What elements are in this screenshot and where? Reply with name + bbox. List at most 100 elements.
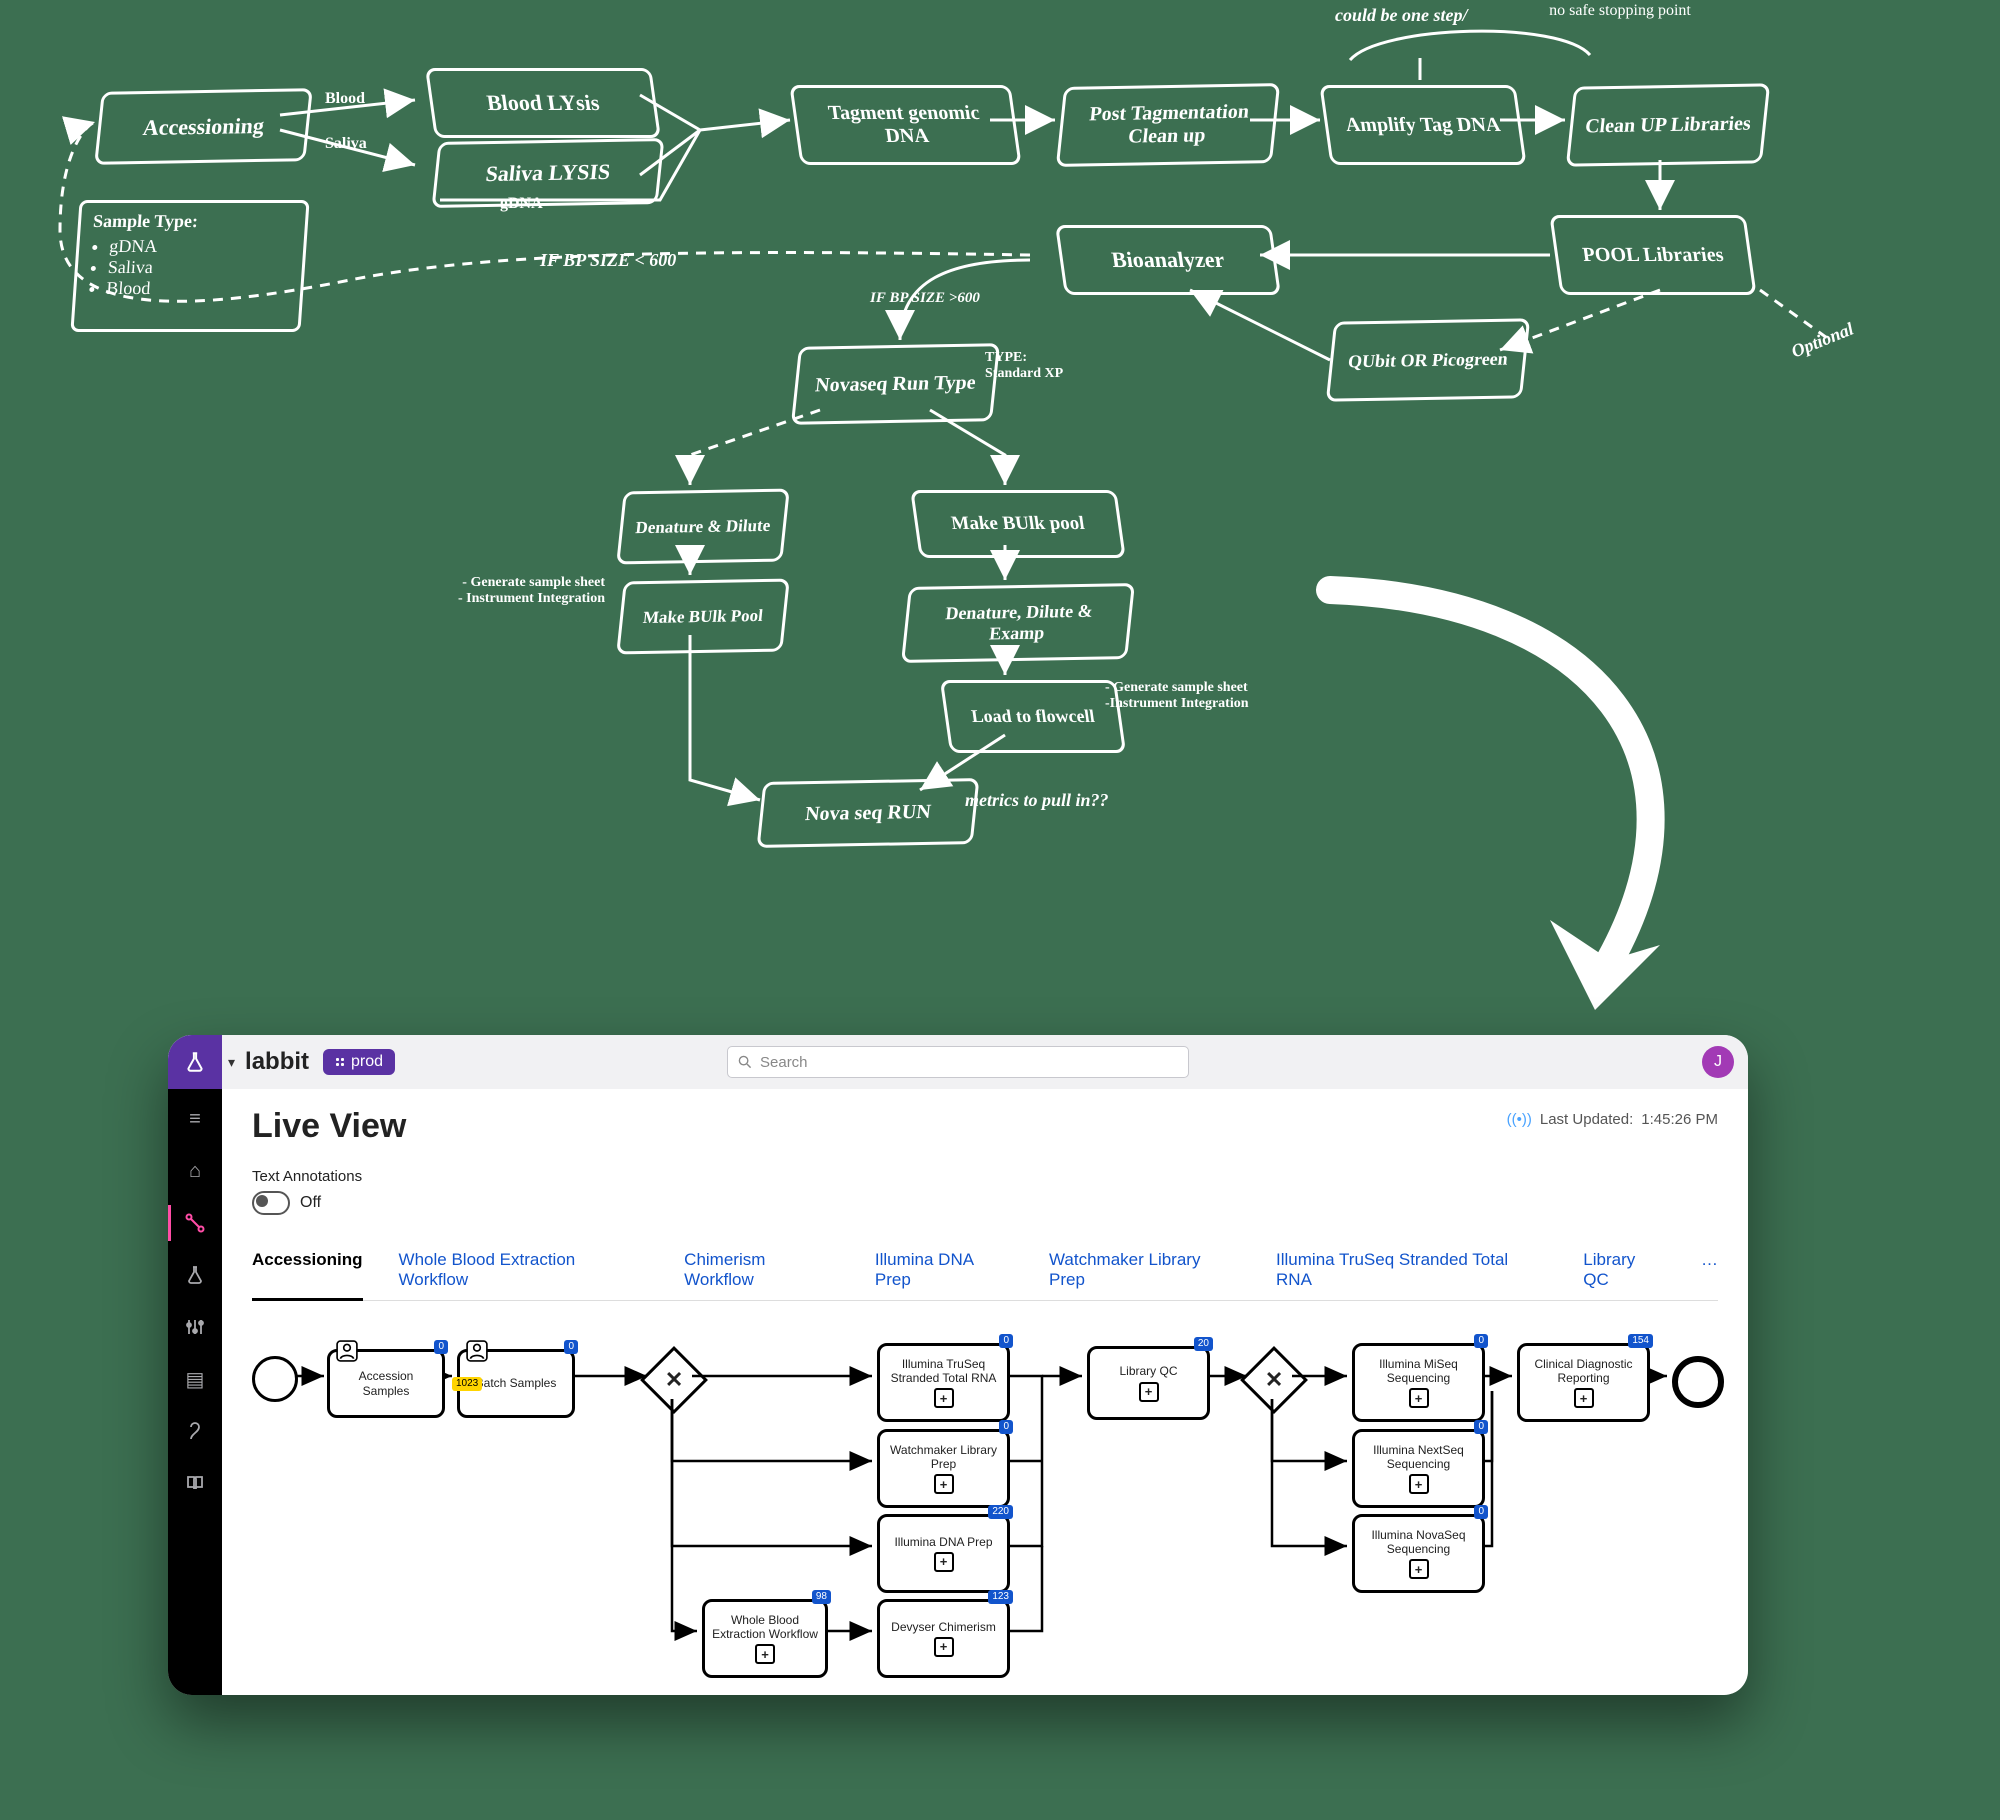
tab-chimerism[interactable]: Chimerism Workflow — [684, 1250, 839, 1290]
badge: 0 — [1474, 1420, 1488, 1434]
expand-icon[interactable]: + — [934, 1474, 954, 1494]
node-accessioning: Accessioning — [94, 88, 313, 165]
act-label: Illumina TruSeq Stranded Total RNA — [886, 1357, 1001, 1386]
env-pill[interactable]: prod — [323, 1049, 395, 1075]
label-size-gt: IF BP SIZE >600 — [870, 290, 980, 307]
page-title: Live View — [252, 1107, 1718, 1146]
annotations-toggle[interactable]: Off — [252, 1191, 321, 1215]
node-run: Nova seq RUN — [757, 778, 980, 848]
bpmn-accession-samples[interactable]: 0 Accession Samples — [327, 1349, 445, 1418]
badge-alt: 1023 — [452, 1377, 482, 1391]
big-arrow — [1250, 560, 1790, 1060]
tab-libqc[interactable]: Library QC — [1583, 1250, 1665, 1290]
home-icon[interactable]: ⌂ — [181, 1157, 209, 1185]
bpmn-dnaprep[interactable]: 220 Illumina DNA Prep + — [877, 1514, 1010, 1593]
workflow-icon[interactable] — [181, 1209, 209, 1237]
sample-blood: Blood — [106, 278, 289, 299]
app-icon[interactable] — [168, 1035, 222, 1089]
expand-icon[interactable]: + — [1409, 1388, 1429, 1408]
workflow-tabs: Accessioning Whole Blood Extraction Work… — [252, 1250, 1718, 1301]
expand-icon[interactable]: + — [934, 1552, 954, 1572]
badge: 154 — [1628, 1334, 1653, 1348]
updated-label: Last Updated: — [1540, 1111, 1633, 1128]
search-input[interactable]: Search — [727, 1046, 1189, 1078]
user-icon — [466, 1340, 488, 1362]
node-load: Load to flowcell — [940, 680, 1126, 753]
top-bar: ▾ labbit prod Search J — [168, 1035, 1748, 1089]
tab-wholeblood[interactable]: Whole Blood Extraction Workflow — [399, 1250, 649, 1290]
bpmn-canvas[interactable]: 0 Accession Samples 0 1023 Batch Samples… — [252, 1321, 1718, 1695]
search-placeholder: Search — [760, 1054, 808, 1071]
act-label: Library QC — [1119, 1364, 1177, 1378]
act-label: Illumina NovaSeq Sequencing — [1361, 1528, 1476, 1557]
act-label: Clinical Diagnostic Reporting — [1526, 1357, 1641, 1386]
node-saliva-lysis: Saliva LYSIS — [432, 138, 665, 208]
bpmn-wholeblood[interactable]: 98 Whole Blood Extraction Workflow + — [702, 1599, 828, 1678]
act-label: Illumina MiSeq Sequencing — [1361, 1357, 1476, 1386]
expand-icon[interactable]: + — [1574, 1388, 1594, 1408]
lab-icon[interactable] — [181, 1417, 209, 1445]
bpmn-watchmaker[interactable]: 0 Watchmaker Library Prep + — [877, 1429, 1010, 1508]
expand-icon[interactable]: + — [1409, 1559, 1429, 1579]
tab-truseq[interactable]: Illumina TruSeq Stranded Total RNA — [1276, 1250, 1547, 1290]
badge: 98 — [812, 1590, 831, 1604]
sample-type-title: Sample Type: — [92, 211, 293, 232]
label-size-lt: IF BP SIZE < 600 — [540, 250, 676, 271]
bpmn-novaseq[interactable]: 0 Illumina NovaSeq Sequencing + — [1352, 1514, 1485, 1593]
badge: 0 — [1474, 1334, 1488, 1348]
gen1b: Instrument Integration — [466, 591, 605, 606]
badge: 123 — [988, 1590, 1013, 1604]
book-icon[interactable] — [181, 1469, 209, 1497]
toggle-track — [252, 1191, 290, 1215]
expand-icon[interactable]: + — [934, 1388, 954, 1408]
expand-icon[interactable]: + — [755, 1644, 775, 1664]
badge: 0 — [564, 1340, 578, 1354]
bpmn-nextseq[interactable]: 0 Illumina NextSeq Sequencing + — [1352, 1429, 1485, 1508]
toggle-state: Off — [300, 1194, 321, 1212]
flask-icon[interactable] — [181, 1261, 209, 1289]
label-onestep: could be one step/ — [1335, 5, 1468, 26]
gen2a: - Generate sample sheet — [1105, 680, 1248, 695]
label-blood: Blood — [325, 90, 365, 108]
bpmn-libqc[interactable]: 20 Library QC + — [1087, 1346, 1210, 1420]
bpmn-reporting[interactable]: 154 Clinical Diagnostic Reporting + — [1517, 1343, 1650, 1422]
avatar[interactable]: J — [1702, 1046, 1734, 1078]
label-metrics: metrics to pull in?? — [965, 790, 1109, 811]
bpmn-devyser[interactable]: 123 Devyser Chimerism + — [877, 1599, 1010, 1678]
chevron-down-icon[interactable]: ▾ — [228, 1054, 235, 1071]
label-saliva: Saliva — [325, 135, 367, 153]
expand-icon[interactable]: + — [934, 1637, 954, 1657]
tab-dnaprep[interactable]: Illumina DNA Prep — [875, 1250, 1013, 1290]
badge: 20 — [1194, 1337, 1213, 1351]
storage-icon[interactable]: ▤ — [181, 1365, 209, 1393]
tab-more[interactable]: … — [1701, 1250, 1718, 1290]
label-gdna: gDNA — [500, 195, 543, 213]
badge: 0 — [999, 1420, 1013, 1434]
node-tagment: Tagment genomic DNA — [789, 85, 1021, 165]
sample-type-box: Sample Type: gDNA Saliva Blood — [70, 200, 309, 332]
node-make-bulk-right: Make BUlk pool — [910, 490, 1126, 558]
bpmn-end[interactable] — [1672, 1356, 1724, 1408]
node-novaseq-type: Novaseq Run Type — [791, 343, 1000, 425]
node-dde: Denature, Dilute & Examp — [901, 583, 1135, 663]
tab-watchmaker[interactable]: Watchmaker Library Prep — [1049, 1250, 1240, 1290]
menu-icon[interactable]: ≡ — [181, 1105, 209, 1133]
expand-icon[interactable]: + — [1139, 1382, 1159, 1402]
bpmn-miseq[interactable]: 0 Illumina MiSeq Sequencing + — [1352, 1343, 1485, 1422]
bpmn-start[interactable] — [252, 1356, 298, 1402]
label-typestd: TYPE: Standard XP — [985, 350, 1075, 382]
tab-accessioning[interactable]: Accessioning — [252, 1250, 363, 1301]
act-label: Illumina NextSeq Sequencing — [1361, 1443, 1476, 1472]
bpmn-batch-samples[interactable]: 0 1023 Batch Samples — [457, 1349, 575, 1418]
act-label: Batch Samples — [476, 1376, 557, 1390]
act-label: Illumina DNA Prep — [894, 1535, 992, 1549]
node-bio: Bioanalyzer — [1055, 225, 1281, 295]
act-label: Watchmaker Library Prep — [886, 1443, 1001, 1472]
node-cleanup: Clean UP Libraries — [1566, 83, 1770, 166]
bpmn-truseq[interactable]: 0 Illumina TruSeq Stranded Total RNA + — [877, 1343, 1010, 1422]
sample-saliva: Saliva — [107, 257, 290, 278]
sliders-icon[interactable] — [181, 1313, 209, 1341]
badge: 220 — [988, 1505, 1013, 1519]
expand-icon[interactable]: + — [1409, 1474, 1429, 1494]
nav-rail: ≡ ⌂ ▤ — [168, 1089, 222, 1695]
